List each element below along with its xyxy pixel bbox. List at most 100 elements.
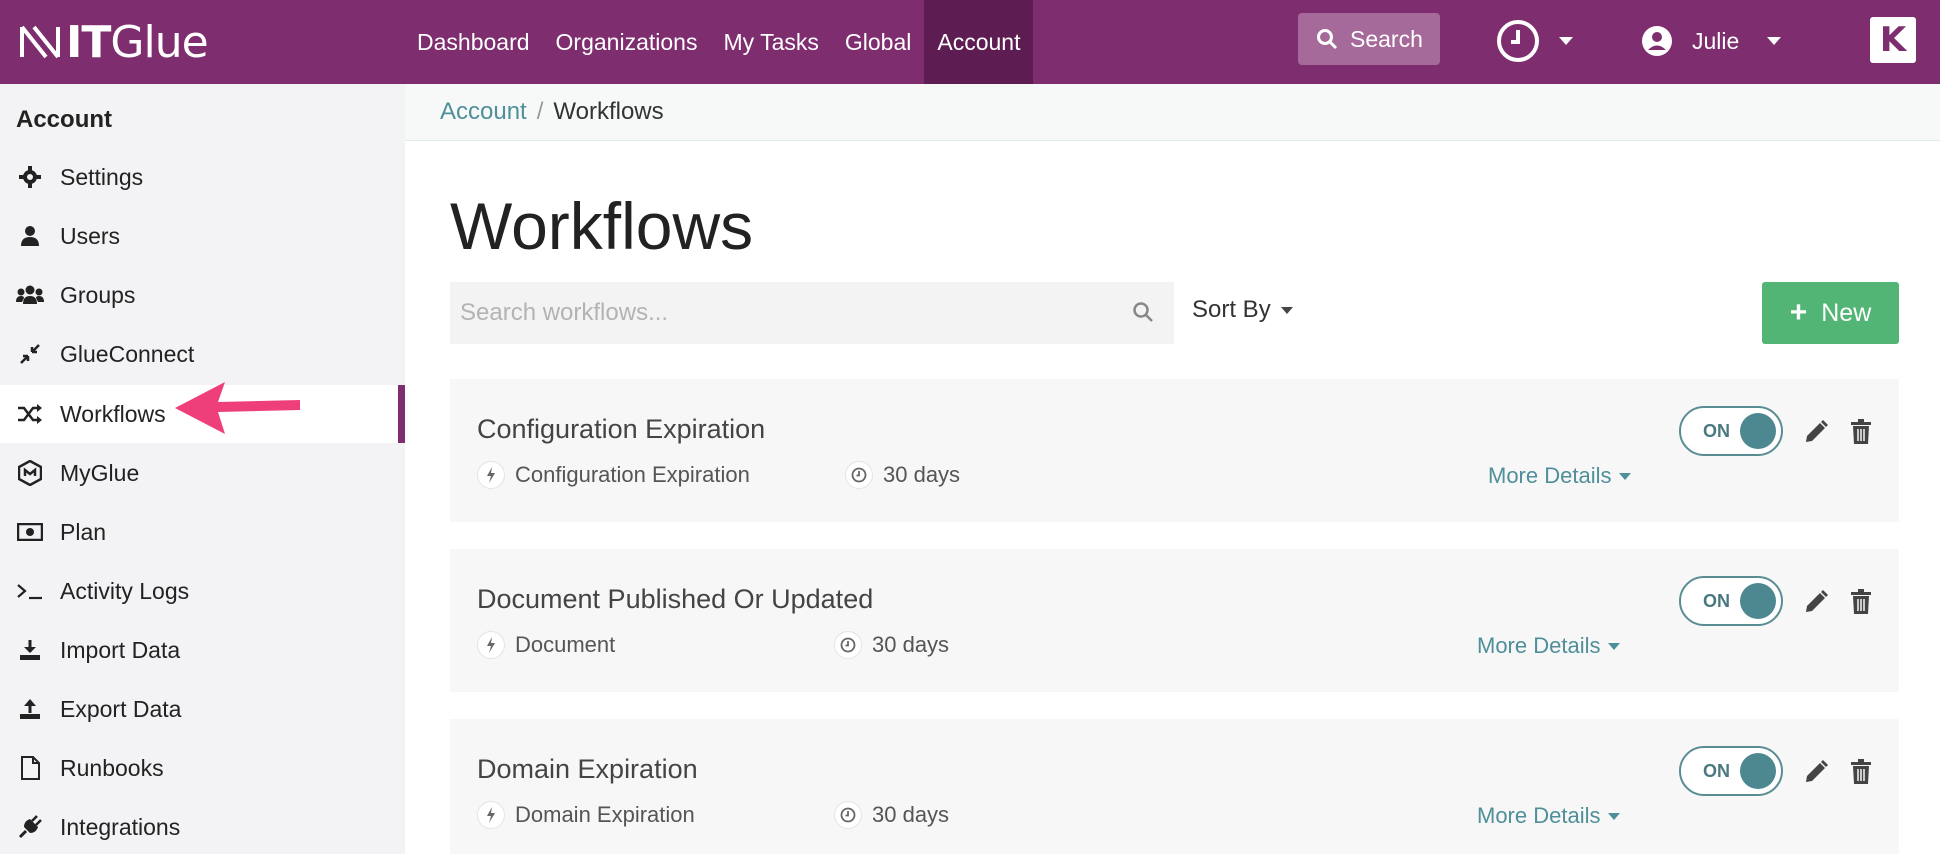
- toggle-knob: [1740, 583, 1776, 619]
- sidebar-item-settings[interactable]: Settings: [0, 148, 405, 206]
- users-group-icon: [16, 281, 44, 309]
- workflow-duration: 30 days: [834, 801, 949, 829]
- workflow-card: Domain Expiration Domain Expiration 30 d…: [450, 719, 1899, 854]
- sidebar-item-label: Export Data: [60, 695, 182, 722]
- workflow-title[interactable]: Domain Expiration: [477, 754, 698, 785]
- top-navbar: ITGlue Dashboard Organizations My Tasks …: [0, 0, 1940, 84]
- more-details-toggle[interactable]: More Details: [1477, 803, 1621, 829]
- workflow-enable-toggle[interactable]: ON: [1679, 576, 1783, 626]
- sidebar-item-label: Runbooks: [60, 754, 164, 781]
- trash-icon[interactable]: [1850, 589, 1872, 615]
- workflow-card: Configuration Expiration Configuration E…: [450, 379, 1899, 522]
- breadcrumb-current: Workflows: [553, 98, 664, 125]
- user-name: Julie: [1692, 27, 1740, 54]
- sidebar-item-export-data[interactable]: Export Data: [0, 680, 405, 738]
- workflow-title[interactable]: Configuration Expiration: [477, 414, 765, 445]
- workflow-trigger-label: Document: [515, 632, 616, 657]
- breadcrumb-separator: /: [536, 98, 544, 125]
- shuffle-icon: [16, 400, 44, 428]
- new-workflow-button[interactable]: + New: [1762, 282, 1899, 344]
- chevron-down-icon: [1619, 472, 1632, 480]
- clock-icon: [1497, 20, 1539, 62]
- workflow-duration: 30 days: [834, 631, 949, 659]
- user-circle-icon: [1642, 26, 1672, 56]
- search-icon[interactable]: [1132, 301, 1154, 323]
- workflow-trigger: Document: [477, 631, 615, 659]
- pencil-icon[interactable]: [1803, 419, 1829, 445]
- sidebar-item-integrations[interactable]: Integrations: [0, 798, 405, 854]
- main-nav: Dashboard Organizations My Tasks Global …: [404, 0, 1034, 84]
- workflow-duration: 30 days: [845, 461, 960, 489]
- more-details-label: More Details: [1488, 463, 1612, 488]
- pencil-icon[interactable]: [1803, 589, 1829, 615]
- chevron-down-icon: [1280, 306, 1293, 314]
- sidebar-item-users[interactable]: Users: [0, 207, 405, 265]
- sidebar-item-label: Integrations: [60, 813, 181, 840]
- bolt-icon: [477, 801, 505, 829]
- sort-by-dropdown[interactable]: Sort By: [1192, 296, 1293, 324]
- workflow-enable-toggle[interactable]: ON: [1679, 406, 1783, 456]
- pointer-arrow-annotation: [175, 382, 300, 434]
- sidebar-item-label: Settings: [60, 163, 144, 190]
- workflow-card: Document Published Or Updated Document 3…: [450, 549, 1899, 692]
- chevron-down-icon: [1608, 642, 1621, 650]
- sidebar-item-label: Activity Logs: [60, 577, 190, 604]
- more-details-toggle[interactable]: More Details: [1477, 633, 1621, 659]
- sidebar-item-glueconnect[interactable]: GlueConnect: [0, 325, 405, 383]
- workflow-trigger: Domain Expiration: [477, 801, 695, 829]
- breadcrumb: Account / Workflows: [405, 84, 1940, 141]
- pencil-icon[interactable]: [1803, 759, 1829, 785]
- toggle-label: ON: [1703, 761, 1730, 781]
- workflow-trigger-label: Configuration Expiration: [515, 462, 750, 487]
- workflow-trigger: Configuration Expiration: [477, 461, 750, 489]
- toggle-knob: [1740, 413, 1776, 449]
- sidebar-item-myglue[interactable]: MyGlue: [0, 444, 405, 502]
- workflow-title[interactable]: Document Published Or Updated: [477, 584, 873, 615]
- nav-global[interactable]: Global: [832, 0, 924, 84]
- sidebar-item-import-data[interactable]: Import Data: [0, 621, 405, 679]
- sidebar-item-label: GlueConnect: [60, 340, 195, 367]
- sort-by-label: Sort By: [1192, 296, 1271, 323]
- workflow-duration-label: 30 days: [872, 802, 950, 827]
- global-search-button[interactable]: Search: [1298, 13, 1440, 65]
- search-button-label: Search: [1350, 25, 1423, 52]
- sidebar-item-label: Plan: [60, 518, 107, 545]
- logo-mark-icon: [20, 25, 60, 59]
- breadcrumb-account-link[interactable]: Account: [440, 98, 527, 126]
- account-sidebar: Account Settings Users Groups GlueConnec…: [0, 84, 405, 854]
- search-icon: [1317, 29, 1338, 50]
- sidebar-item-label: Workflows: [60, 400, 166, 427]
- gear-icon: [16, 163, 44, 191]
- terminal-icon: [16, 577, 44, 605]
- more-details-toggle[interactable]: More Details: [1488, 463, 1632, 489]
- workflow-enable-toggle[interactable]: ON: [1679, 746, 1783, 796]
- user-menu[interactable]: Julie: [1642, 17, 1782, 65]
- new-button-label: New: [1821, 298, 1872, 327]
- nav-dashboard[interactable]: Dashboard: [404, 0, 543, 84]
- sidebar-item-label: MyGlue: [60, 459, 140, 486]
- recent-history-dropdown[interactable]: [1495, 17, 1573, 65]
- itglue-logo[interactable]: ITGlue: [20, 16, 209, 68]
- workflow-duration-label: 30 days: [883, 462, 961, 487]
- trash-icon[interactable]: [1850, 419, 1872, 445]
- sidebar-item-groups[interactable]: Groups: [0, 266, 405, 324]
- sidebar-item-runbooks[interactable]: Runbooks: [0, 739, 405, 797]
- more-details-label: More Details: [1477, 633, 1601, 658]
- trash-icon[interactable]: [1850, 759, 1872, 785]
- myglue-icon: [16, 459, 44, 487]
- clock-icon: [845, 461, 873, 489]
- plus-icon: +: [1789, 296, 1808, 329]
- sidebar-item-plan[interactable]: Plan: [0, 503, 405, 561]
- workflow-search-input[interactable]: [460, 299, 1100, 327]
- compress-arrows-icon: [16, 340, 44, 368]
- sidebar-item-activity-logs[interactable]: Activity Logs: [0, 562, 405, 620]
- nav-account[interactable]: Account: [924, 0, 1034, 84]
- nav-my-tasks[interactable]: My Tasks: [710, 0, 831, 84]
- bolt-icon: [477, 461, 505, 489]
- file-icon: [16, 754, 44, 782]
- nav-organizations[interactable]: Organizations: [543, 0, 711, 84]
- page-title: Workflows: [450, 189, 754, 263]
- workflow-search-box: [450, 282, 1174, 344]
- kaseya-badge[interactable]: K: [1870, 17, 1916, 63]
- toggle-label: ON: [1703, 591, 1730, 611]
